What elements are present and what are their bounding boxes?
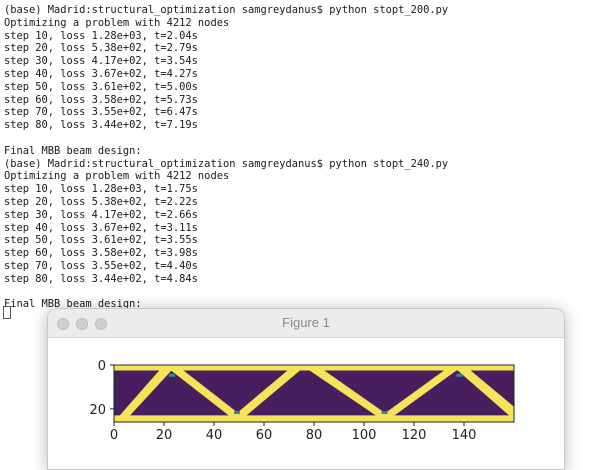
density-edge-mark — [381, 411, 388, 415]
y-tick-label: 0 — [98, 359, 106, 374]
x-tick-label: 100 — [352, 428, 377, 443]
x-tick-label: 20 — [156, 428, 173, 443]
y-tick-label: 20 — [89, 403, 106, 418]
x-tick-label: 140 — [452, 428, 477, 443]
x-tick-label: 40 — [206, 428, 223, 443]
terminal-line: step 80, loss 3.44e+02, t=4.84s — [4, 272, 198, 285]
terminal-cursor — [3, 306, 11, 319]
density-edge-mark — [234, 411, 240, 415]
x-tick-label: 0 — [110, 428, 118, 443]
design-void-region — [114, 365, 514, 422]
figure-title: Figure 1 — [282, 315, 330, 330]
terminal-line: step 80, loss 3.44e+02, t=7.19s — [4, 119, 198, 132]
mbb-beam-plot: 0 20 40 60 80 100 120 140 0 20 — [89, 359, 515, 443]
density-edge-mark — [169, 373, 175, 377]
figure-titlebar[interactable]: Figure 1 — [48, 309, 564, 338]
x-tick-label: 60 — [256, 428, 273, 443]
density-edge-mark — [456, 373, 463, 377]
figure-window[interactable]: Figure 1 0 20 40 60 80 100 120 140 0 20 — [47, 308, 565, 470]
x-tick-label: 80 — [306, 428, 323, 443]
truss-member — [114, 415, 514, 422]
x-tick-label: 120 — [402, 428, 427, 443]
